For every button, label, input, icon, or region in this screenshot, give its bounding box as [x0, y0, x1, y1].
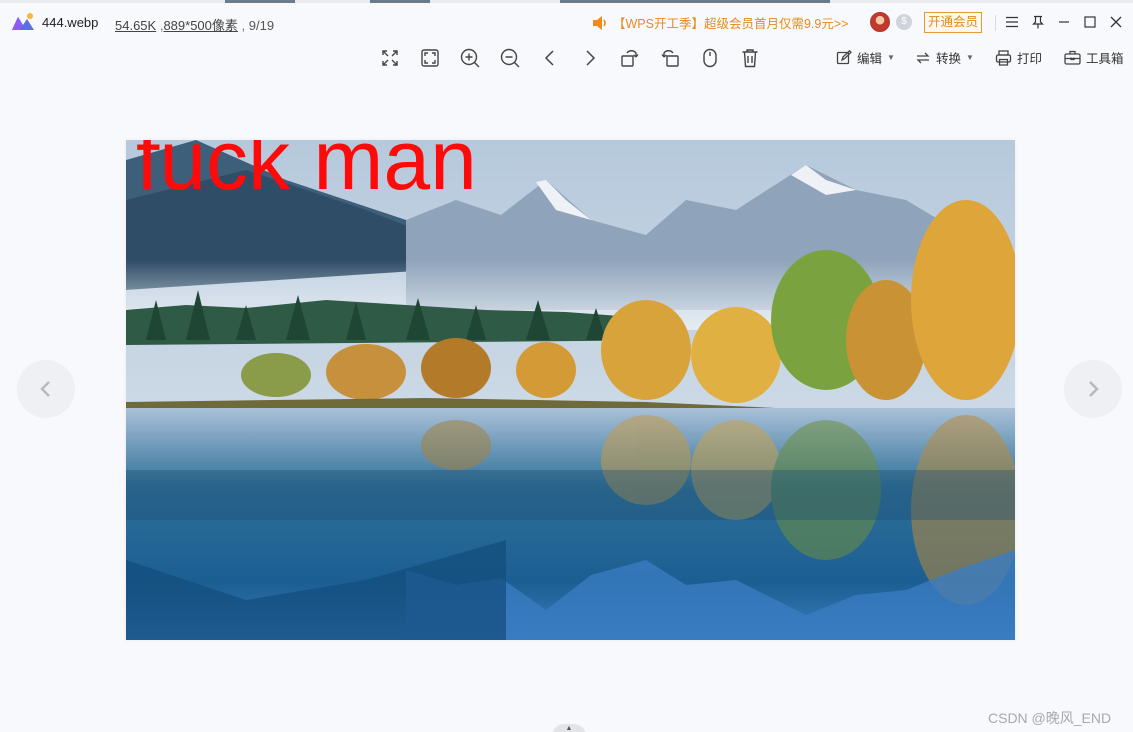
- maximize-icon[interactable]: [1081, 13, 1099, 31]
- coin-icon[interactable]: $: [896, 14, 912, 30]
- watermark: CSDN @晚风_END: [988, 710, 1112, 726]
- convert-icon: [916, 52, 930, 63]
- actual-size-icon[interactable]: [419, 47, 441, 69]
- toolbox-button[interactable]: 工具箱: [1064, 48, 1124, 67]
- displayed-image[interactable]: fuck man: [126, 140, 1015, 640]
- next-image-button[interactable]: [1064, 360, 1122, 418]
- print-label: 打印: [1017, 52, 1043, 66]
- image-dimensions[interactable]: 889*500像素: [163, 18, 237, 33]
- chevron-down-icon: ▼: [887, 53, 895, 62]
- chevron-down-icon: ▼: [966, 53, 974, 62]
- menu-icon[interactable]: [1003, 13, 1021, 31]
- edit-icon: [836, 49, 852, 64]
- previous-image-button[interactable]: [17, 360, 75, 418]
- promo-text: 【WPS开工季】超级会员首月仅需9.9元>>: [613, 17, 849, 31]
- minimize-icon[interactable]: [1055, 13, 1073, 31]
- image-index: 9/19: [248, 18, 275, 33]
- rotate-right-icon[interactable]: [659, 47, 681, 69]
- chevron-right-icon: [1089, 381, 1099, 397]
- close-icon[interactable]: [1107, 13, 1125, 31]
- rotate-left-icon[interactable]: [619, 47, 641, 69]
- mouse-icon[interactable]: [699, 47, 721, 69]
- image-overlay-text: fuck man: [136, 140, 477, 207]
- file-name: 444.webp: [42, 15, 99, 30]
- app-logo-icon: [11, 12, 35, 32]
- convert-label: 转换: [936, 52, 962, 66]
- chevron-left-icon: [40, 381, 50, 397]
- toolbox-icon: [1064, 50, 1081, 65]
- print-icon: [995, 49, 1012, 66]
- toolbox-label: 工具箱: [1086, 52, 1124, 66]
- user-avatar[interactable]: [870, 12, 890, 32]
- titlebar-divider: [995, 15, 996, 31]
- edit-button[interactable]: 编辑 ▼: [836, 48, 895, 67]
- edit-label: 编辑: [857, 52, 883, 66]
- file-size[interactable]: 54.65K: [115, 18, 156, 33]
- print-button[interactable]: 打印: [995, 48, 1042, 67]
- convert-button[interactable]: 转换 ▼: [915, 48, 974, 67]
- next-icon[interactable]: [579, 47, 601, 69]
- chevron-up-icon: ▲: [565, 725, 573, 732]
- zoom-in-icon[interactable]: [459, 47, 481, 69]
- fit-screen-icon[interactable]: [379, 47, 401, 69]
- pin-icon[interactable]: [1029, 13, 1047, 31]
- open-vip-button[interactable]: 开通会员: [924, 12, 983, 33]
- speaker-icon: [593, 15, 606, 30]
- thumbnail-toggle[interactable]: ▲: [552, 724, 586, 732]
- landscape-photo: [126, 140, 1015, 640]
- previous-icon[interactable]: [539, 47, 561, 69]
- title-bar: 444.webp 54.65K ,889*500像素 , 9/19 【WPS开工…: [0, 3, 1133, 41]
- promo-banner[interactable]: 【WPS开工季】超级会员首月仅需9.9元>>: [592, 13, 848, 32]
- file-info: 54.65K ,889*500像素 , 9/19: [115, 18, 275, 33]
- delete-icon[interactable]: [739, 47, 761, 69]
- zoom-out-icon[interactable]: [499, 47, 521, 69]
